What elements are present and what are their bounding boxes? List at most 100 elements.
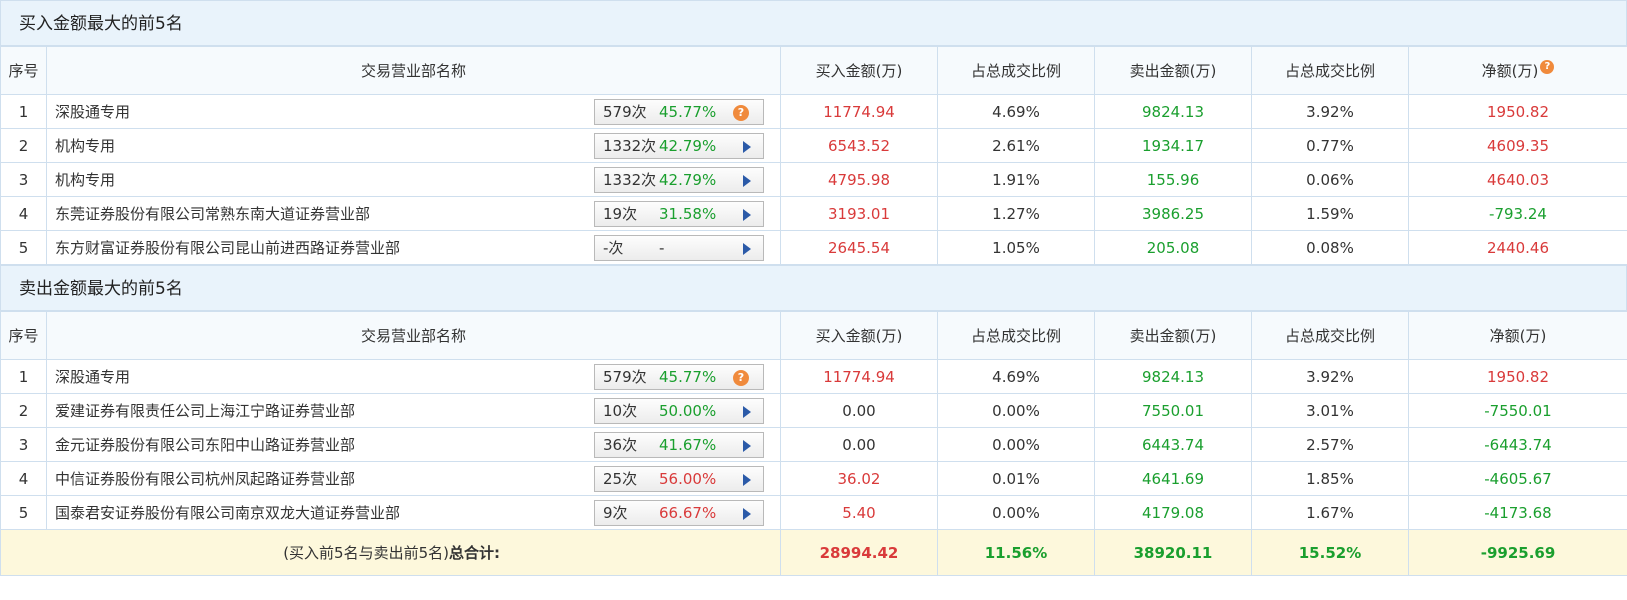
sell-ratio: 3.92%: [1251, 359, 1409, 394]
buy-ratio: 1.05%: [937, 230, 1095, 265]
net-amount: -793.24: [1408, 196, 1627, 231]
question-icon[interactable]: ?: [733, 104, 749, 121]
on-list-stat-button[interactable]: 25次 56.00%: [594, 465, 764, 492]
on-list-count: 36次: [603, 436, 638, 454]
col-index: 序号: [0, 311, 47, 360]
sell-amount: 4641.69: [1094, 461, 1252, 496]
buy-amount: 11774.94: [780, 359, 938, 394]
win-rate: 41.67%: [659, 435, 717, 454]
win-rate: 42.79%: [659, 170, 717, 189]
net-amount: -4173.68: [1408, 495, 1627, 530]
on-list-count: 579次: [603, 368, 647, 386]
on-list-stat-button[interactable]: 1332次 42.79%: [594, 132, 764, 159]
sell-amount: 1934.17: [1094, 128, 1252, 163]
col-net-label: 净额(万): [1481, 62, 1539, 80]
total-buy-ratio: 11.56%: [937, 529, 1095, 576]
buy-ratio: 0.00%: [937, 393, 1095, 428]
net-amount: 1950.82: [1408, 359, 1627, 394]
on-list-stat-button[interactable]: 579次 45.77%?: [594, 98, 764, 125]
win-rate: 56.00%: [659, 469, 717, 488]
row-index: 2: [0, 393, 47, 428]
total-sell-ratio: 15.52%: [1251, 529, 1409, 576]
on-list-count: 9次: [603, 504, 628, 522]
sell-amount: 7550.01: [1094, 393, 1252, 428]
win-rate: -: [659, 238, 665, 257]
question-icon[interactable]: ?: [1540, 60, 1555, 74]
arrow-right-icon[interactable]: [743, 473, 751, 486]
table-row: 2 机构专用 1332次 42.79% 6543.52 2.61% 1934.17 0.77%…: [0, 128, 1627, 163]
total-sell: 38920.11: [1094, 529, 1252, 576]
buy-amount: 2645.54: [780, 230, 938, 265]
win-rate: 31.58%: [659, 204, 717, 223]
col-sell-ratio: 占总成交比例: [1251, 311, 1409, 360]
table-row: 4 东莞证券股份有限公司常熟东南大道证券营业部 19次 31.58% 3193.01 1.…: [0, 196, 1627, 231]
table-row: 1 深股通专用 579次 45.77%? 11774.94 4.69% 9824.13 3.9…: [0, 359, 1627, 394]
table-row: 5 国泰君安证券股份有限公司南京双龙大道证券营业部 9次 66.67% 5.40 0.00…: [0, 495, 1627, 530]
question-icon[interactable]: ?: [733, 369, 749, 386]
on-list-stat-button[interactable]: 36次 41.67%: [594, 431, 764, 458]
table-row: 5 东方财富证券股份有限公司昆山前进西路证券营业部 -次 -2645.54 1.05% 2…: [0, 230, 1627, 265]
on-list-stat-button[interactable]: 19次 31.58%: [594, 200, 764, 227]
sell-ratio: 1.59%: [1251, 196, 1409, 231]
branch-cell: 深股通专用 579次 45.77%?: [46, 359, 781, 394]
col-buy-ratio: 占总成交比例: [937, 46, 1095, 95]
sell-amount: 9824.13: [1094, 94, 1252, 129]
branch-name[interactable]: 东莞证券股份有限公司常熟东南大道证券营业部: [55, 203, 370, 224]
branch-name[interactable]: 深股通专用: [55, 366, 130, 387]
row-index: 1: [0, 94, 47, 129]
buy-ratio: 1.91%: [937, 162, 1095, 197]
buy-ratio: 1.27%: [937, 196, 1095, 231]
branch-name[interactable]: 国泰君安证券股份有限公司南京双龙大道证券营业部: [55, 502, 400, 523]
row-index: 3: [0, 427, 47, 462]
buy-amount: 3193.01: [780, 196, 938, 231]
buy-ratio: 0.01%: [937, 461, 1095, 496]
row-index: 2: [0, 128, 47, 163]
win-rate: 66.67%: [659, 503, 717, 522]
total-buy: 28994.42: [780, 529, 938, 576]
sell-amount: 9824.13: [1094, 359, 1252, 394]
branch-name[interactable]: 中信证券股份有限公司杭州凤起路证券营业部: [55, 468, 355, 489]
branch-name[interactable]: 东方财富证券股份有限公司昆山前进西路证券营业部: [55, 237, 400, 258]
sell-ratio: 2.57%: [1251, 427, 1409, 462]
arrow-right-icon[interactable]: [743, 174, 751, 187]
buy-table: 序号 交易营业部名称 买入金额(万) 占总成交比例 卖出金额(万) 占总成交比例…: [0, 46, 1627, 265]
branch-cell: 金元证券股份有限公司东阳中山路证券营业部 36次 41.67%: [46, 427, 781, 462]
branch-name[interactable]: 机构专用: [55, 135, 115, 156]
buy-ratio: 0.00%: [937, 427, 1095, 462]
on-list-stat-button[interactable]: 9次 66.67%: [594, 499, 764, 526]
col-sell-ratio: 占总成交比例: [1251, 46, 1409, 95]
win-rate: 42.79%: [659, 136, 717, 155]
on-list-stat-button[interactable]: 10次 50.00%: [594, 397, 764, 424]
sell-amount: 155.96: [1094, 162, 1252, 197]
sell-amount: 4179.08: [1094, 495, 1252, 530]
branch-cell: 国泰君安证券股份有限公司南京双龙大道证券营业部 9次 66.67%: [46, 495, 781, 530]
table-row: 3 机构专用 1332次 42.79% 4795.98 1.91% 155.96 0.06% 4…: [0, 162, 1627, 197]
arrow-right-icon[interactable]: [743, 507, 751, 520]
row-index: 1: [0, 359, 47, 394]
on-list-stat-button[interactable]: -次 -: [594, 234, 764, 261]
arrow-right-icon[interactable]: [743, 140, 751, 153]
arrow-right-icon[interactable]: [743, 208, 751, 221]
on-list-stat-button[interactable]: 1332次 42.79%: [594, 166, 764, 193]
net-amount: -4605.67: [1408, 461, 1627, 496]
total-net: -9925.69: [1408, 529, 1627, 576]
sell-table-header: 序号 交易营业部名称 买入金额(万) 占总成交比例 卖出金额(万) 占总成交比例…: [0, 311, 1627, 360]
on-list-stat-button[interactable]: 579次 45.77%?: [594, 363, 764, 390]
arrow-right-icon[interactable]: [743, 405, 751, 418]
arrow-right-icon[interactable]: [743, 242, 751, 255]
branch-name[interactable]: 机构专用: [55, 169, 115, 190]
buy-ratio: 4.69%: [937, 359, 1095, 394]
col-index: 序号: [0, 46, 47, 95]
buy-ratio: 4.69%: [937, 94, 1095, 129]
net-amount: 2440.46: [1408, 230, 1627, 265]
arrow-right-icon[interactable]: [743, 439, 751, 452]
buy-section-title: 买入金额最大的前5名: [0, 0, 1627, 46]
col-net: 净额(万): [1408, 311, 1627, 360]
branch-name[interactable]: 爱建证券有限责任公司上海江宁路证券营业部: [55, 400, 355, 421]
branch-name[interactable]: 深股通专用: [55, 101, 130, 122]
total-label-prefix: (买入前5名与卖出前5名): [283, 544, 449, 562]
branch-name[interactable]: 金元证券股份有限公司东阳中山路证券营业部: [55, 434, 355, 455]
net-amount: -7550.01: [1408, 393, 1627, 428]
on-list-count: 25次: [603, 470, 638, 488]
net-amount: 1950.82: [1408, 94, 1627, 129]
